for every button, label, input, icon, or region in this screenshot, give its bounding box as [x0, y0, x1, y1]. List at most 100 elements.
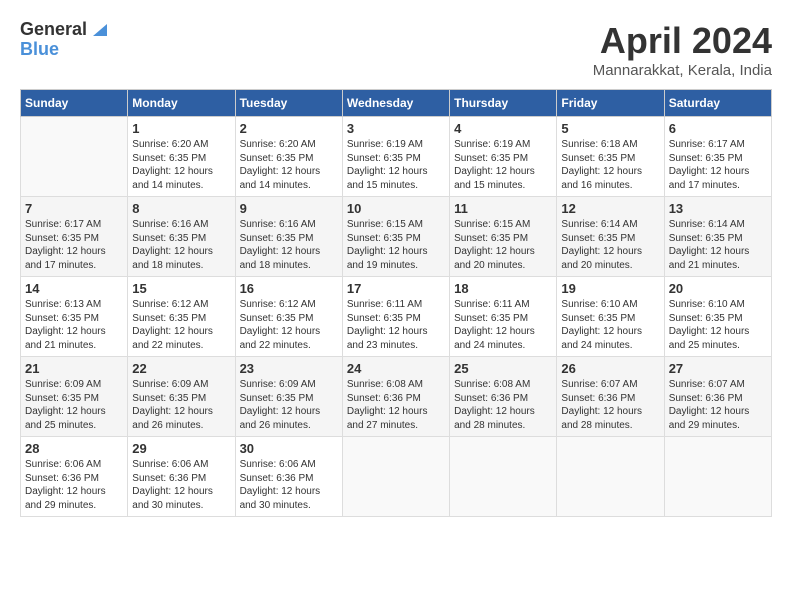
location-text: Mannarakkat, Kerala, India — [593, 62, 772, 79]
day-info: Sunrise: 6:08 AM Sunset: 6:36 PM Dayligh… — [454, 378, 552, 432]
day-number: 22 — [132, 361, 230, 376]
header-friday: Friday — [557, 90, 664, 117]
day-number: 3 — [347, 121, 445, 136]
calendar-cell: 21 Sunrise: 6:09 AM Sunset: 6:35 PM Dayli… — [21, 357, 128, 437]
day-info: Sunrise: 6:20 AM Sunset: 6:35 PM Dayligh… — [132, 138, 230, 192]
calendar-cell: 10 Sunrise: 6:15 AM Sunset: 6:35 PM Dayli… — [342, 197, 449, 277]
day-number: 23 — [240, 361, 338, 376]
day-number: 15 — [132, 281, 230, 296]
calendar-cell: 20 Sunrise: 6:10 AM Sunset: 6:35 PM Dayli… — [664, 277, 771, 357]
calendar-cell: 19 Sunrise: 6:10 AM Sunset: 6:35 PM Dayli… — [557, 277, 664, 357]
day-number: 30 — [240, 441, 338, 456]
calendar-cell: 7 Sunrise: 6:17 AM Sunset: 6:35 PM Daylig… — [21, 197, 128, 277]
day-number: 4 — [454, 121, 552, 136]
day-info: Sunrise: 6:15 AM Sunset: 6:35 PM Dayligh… — [347, 218, 445, 272]
header-thursday: Thursday — [450, 90, 557, 117]
day-info: Sunrise: 6:16 AM Sunset: 6:35 PM Dayligh… — [240, 218, 338, 272]
day-info: Sunrise: 6:17 AM Sunset: 6:35 PM Dayligh… — [25, 218, 123, 272]
header-saturday: Saturday — [664, 90, 771, 117]
day-number: 20 — [669, 281, 767, 296]
calendar-week-row: 1 Sunrise: 6:20 AM Sunset: 6:35 PM Daylig… — [21, 117, 772, 197]
logo: General Blue — [20, 20, 107, 60]
calendar-cell: 29 Sunrise: 6:06 AM Sunset: 6:36 PM Dayli… — [128, 437, 235, 517]
calendar-cell: 14 Sunrise: 6:13 AM Sunset: 6:35 PM Dayli… — [21, 277, 128, 357]
logo-general-text: General — [20, 20, 87, 40]
day-info: Sunrise: 6:20 AM Sunset: 6:35 PM Dayligh… — [240, 138, 338, 192]
calendar-cell: 27Sunrise: 6:07 AM Sunset: 6:36 PM Dayli… — [664, 357, 771, 437]
calendar-week-row: 28 Sunrise: 6:06 AM Sunset: 6:36 PM Dayli… — [21, 437, 772, 517]
day-info: Sunrise: 6:11 AM Sunset: 6:35 PM Dayligh… — [347, 298, 445, 352]
day-info: Sunrise: 6:15 AM Sunset: 6:35 PM Dayligh… — [454, 218, 552, 272]
day-number: 6 — [669, 121, 767, 136]
calendar-cell: 1 Sunrise: 6:20 AM Sunset: 6:35 PM Daylig… — [128, 117, 235, 197]
day-number: 28 — [25, 441, 123, 456]
day-info: Sunrise: 6:17 AM Sunset: 6:35 PM Dayligh… — [669, 138, 767, 192]
calendar-cell: 28 Sunrise: 6:06 AM Sunset: 6:36 PM Dayli… — [21, 437, 128, 517]
day-info: Sunrise: 6:18 AM Sunset: 6:35 PM Dayligh… — [561, 138, 659, 192]
calendar-cell: 6 Sunrise: 6:17 AM Sunset: 6:35 PM Daylig… — [664, 117, 771, 197]
day-info: Sunrise: 6:19 AM Sunset: 6:35 PM Dayligh… — [347, 138, 445, 192]
day-number: 21 — [25, 361, 123, 376]
day-number: 29 — [132, 441, 230, 456]
calendar-cell: 26 Sunrise: 6:07 AM Sunset: 6:36 PM Dayli… — [557, 357, 664, 437]
calendar-cell — [450, 437, 557, 517]
day-info: Sunrise: 6:16 AM Sunset: 6:35 PM Dayligh… — [132, 218, 230, 272]
header-tuesday: Tuesday — [235, 90, 342, 117]
day-info: Sunrise: 6:11 AM Sunset: 6:35 PM Dayligh… — [454, 298, 552, 352]
calendar-week-row: 7 Sunrise: 6:17 AM Sunset: 6:35 PM Daylig… — [21, 197, 772, 277]
day-number: 10 — [347, 201, 445, 216]
calendar-table: SundayMondayTuesdayWednesdayThursdayFrid… — [20, 89, 772, 517]
calendar-cell: 15Sunrise: 6:12 AM Sunset: 6:35 PM Dayli… — [128, 277, 235, 357]
day-number: 13 — [669, 201, 767, 216]
day-info: Sunrise: 6:12 AM Sunset: 6:35 PM Dayligh… — [240, 298, 338, 352]
calendar-week-row: 14 Sunrise: 6:13 AM Sunset: 6:35 PM Dayli… — [21, 277, 772, 357]
day-number: 5 — [561, 121, 659, 136]
day-info: Sunrise: 6:08 AM Sunset: 6:36 PM Dayligh… — [347, 378, 445, 432]
calendar-header-row: SundayMondayTuesdayWednesdayThursdayFrid… — [21, 90, 772, 117]
calendar-cell: 25 Sunrise: 6:08 AM Sunset: 6:36 PM Dayli… — [450, 357, 557, 437]
logo-blue-text: Blue — [20, 40, 107, 60]
day-info: Sunrise: 6:07 AM Sunset: 6:36 PM Dayligh… — [561, 378, 659, 432]
calendar-cell: 9Sunrise: 6:16 AM Sunset: 6:35 PM Daylig… — [235, 197, 342, 277]
day-info: Sunrise: 6:09 AM Sunset: 6:35 PM Dayligh… — [25, 378, 123, 432]
day-number: 7 — [25, 201, 123, 216]
day-number: 14 — [25, 281, 123, 296]
day-info: Sunrise: 6:14 AM Sunset: 6:35 PM Dayligh… — [669, 218, 767, 272]
day-number: 17 — [347, 281, 445, 296]
header-monday: Monday — [128, 90, 235, 117]
day-number: 1 — [132, 121, 230, 136]
day-info: Sunrise: 6:06 AM Sunset: 6:36 PM Dayligh… — [240, 458, 338, 512]
day-info: Sunrise: 6:10 AM Sunset: 6:35 PM Dayligh… — [561, 298, 659, 352]
calendar-cell: 17 Sunrise: 6:11 AM Sunset: 6:35 PM Dayli… — [342, 277, 449, 357]
calendar-cell: 5 Sunrise: 6:18 AM Sunset: 6:35 PM Daylig… — [557, 117, 664, 197]
title-area: April 2024 Mannarakkat, Kerala, India — [593, 20, 772, 79]
day-number: 25 — [454, 361, 552, 376]
day-number: 26 — [561, 361, 659, 376]
day-info: Sunrise: 6:06 AM Sunset: 6:36 PM Dayligh… — [132, 458, 230, 512]
header-wednesday: Wednesday — [342, 90, 449, 117]
day-number: 19 — [561, 281, 659, 296]
day-number: 16 — [240, 281, 338, 296]
month-title: April 2024 — [593, 20, 772, 62]
day-number: 2 — [240, 121, 338, 136]
calendar-cell — [21, 117, 128, 197]
calendar-cell: 23 Sunrise: 6:09 AM Sunset: 6:35 PM Dayli… — [235, 357, 342, 437]
day-info: Sunrise: 6:09 AM Sunset: 6:35 PM Dayligh… — [132, 378, 230, 432]
day-number: 8 — [132, 201, 230, 216]
day-info: Sunrise: 6:06 AM Sunset: 6:36 PM Dayligh… — [25, 458, 123, 512]
calendar-cell: 16 Sunrise: 6:12 AM Sunset: 6:35 PM Dayli… — [235, 277, 342, 357]
calendar-cell: 2 Sunrise: 6:20 AM Sunset: 6:35 PM Daylig… — [235, 117, 342, 197]
calendar-cell: 12Sunrise: 6:14 AM Sunset: 6:35 PM Dayli… — [557, 197, 664, 277]
calendar-cell: 3 Sunrise: 6:19 AM Sunset: 6:35 PM Daylig… — [342, 117, 449, 197]
day-number: 11 — [454, 201, 552, 216]
day-info: Sunrise: 6:14 AM Sunset: 6:35 PM Dayligh… — [561, 218, 659, 272]
day-info: Sunrise: 6:13 AM Sunset: 6:35 PM Dayligh… — [25, 298, 123, 352]
day-number: 24 — [347, 361, 445, 376]
day-info: Sunrise: 6:10 AM Sunset: 6:35 PM Dayligh… — [669, 298, 767, 352]
logo-triangle-icon — [89, 20, 107, 38]
calendar-cell: 4Sunrise: 6:19 AM Sunset: 6:35 PM Daylig… — [450, 117, 557, 197]
calendar-cell: 18Sunrise: 6:11 AM Sunset: 6:35 PM Dayli… — [450, 277, 557, 357]
calendar-cell — [342, 437, 449, 517]
calendar-cell: 24 Sunrise: 6:08 AM Sunset: 6:36 PM Dayli… — [342, 357, 449, 437]
day-info: Sunrise: 6:09 AM Sunset: 6:35 PM Dayligh… — [240, 378, 338, 432]
